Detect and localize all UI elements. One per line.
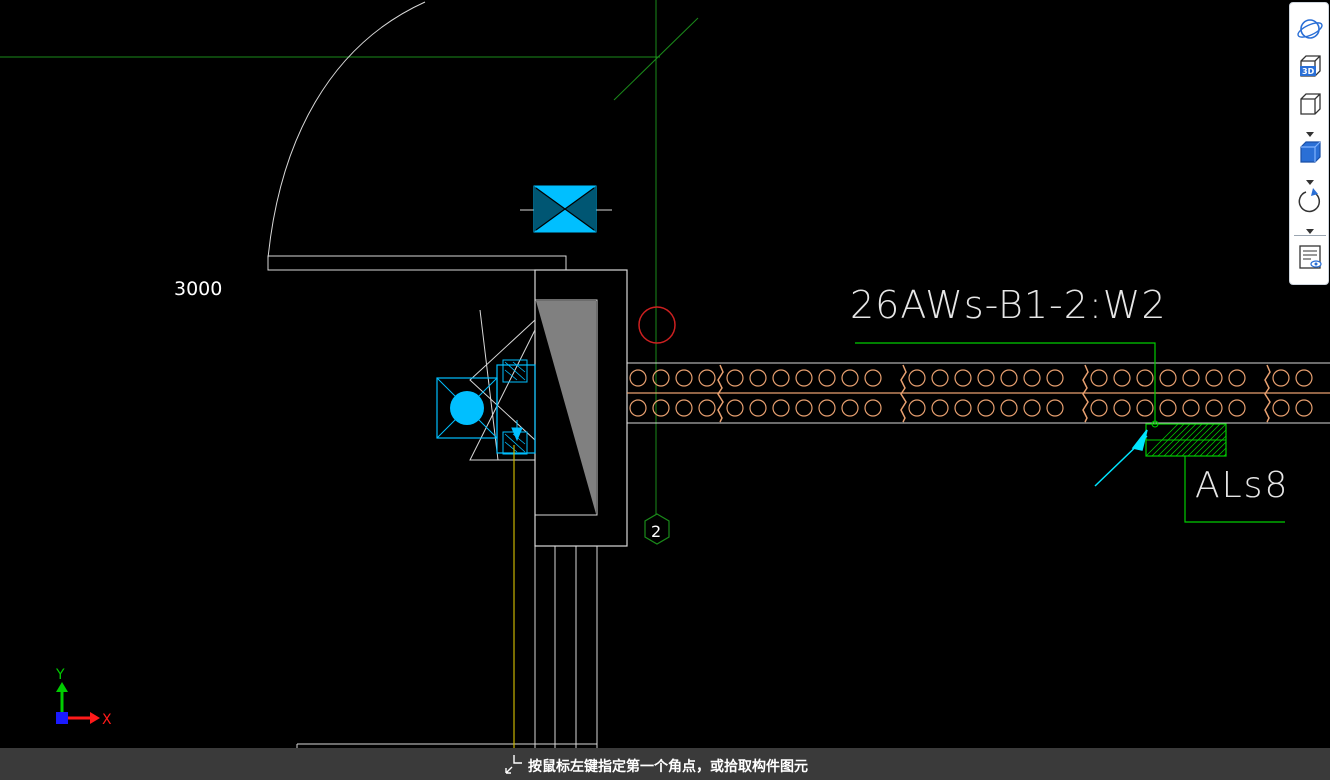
fan-unit-circle	[450, 391, 484, 425]
brick-hole	[1136, 369, 1154, 387]
brick-hole	[675, 369, 693, 387]
view-toolbar: 3D	[1289, 2, 1329, 285]
wall-tag-leader	[855, 342, 1156, 424]
properties-view-icon	[1299, 245, 1322, 269]
brick-hole	[1295, 399, 1313, 417]
brick-hole	[1090, 399, 1108, 417]
door-leaf	[267, 255, 567, 271]
brick-hole	[841, 369, 859, 387]
ucs-y-label: Y	[55, 667, 65, 683]
brick-hole	[818, 369, 836, 387]
box-view-button[interactable]	[1294, 89, 1326, 121]
cad-drawing[interactable]: 3000 2 26AWs-B1-2:W2 ALs8 Y X	[0, 0, 1330, 780]
selection-arrow	[1094, 429, 1148, 487]
brick-hole	[1182, 399, 1200, 417]
brick-hole	[629, 399, 647, 417]
ucs-x-label: X	[102, 712, 112, 728]
brick-hole	[652, 399, 670, 417]
brick-hole	[864, 369, 882, 387]
damper-arrow	[511, 420, 523, 442]
brick-hole	[726, 369, 744, 387]
brick-hole	[749, 369, 767, 387]
wall-tag-text: 26AWs-B1-2:W2	[850, 283, 1167, 327]
brick-hole	[931, 399, 949, 417]
svg-text:3D: 3D	[1302, 67, 1315, 76]
properties-button[interactable]	[1294, 241, 1326, 273]
toolbar-separator	[1294, 235, 1326, 236]
element-tag-text: ALs8	[1195, 465, 1289, 506]
brick-hole	[1113, 369, 1131, 387]
hatch-line	[1211, 441, 1227, 457]
brick-hole	[1205, 369, 1223, 387]
cube-3d-icon: 3D	[1300, 55, 1321, 77]
brick-hole	[675, 399, 693, 417]
brick-hole	[772, 399, 790, 417]
command-prompt-text: 按鼠标左键指定第一个角点，或拾取构件图元	[528, 759, 808, 775]
shaded-view-dropdown[interactable]	[1302, 172, 1318, 185]
brick-hole	[1272, 369, 1290, 387]
ucs-icon: Y X	[55, 667, 112, 728]
orbit-button[interactable]	[1294, 13, 1326, 45]
brick-hole	[749, 399, 767, 417]
brick-hole	[1046, 399, 1064, 417]
brick-hole	[652, 369, 670, 387]
brick-hole	[908, 369, 926, 387]
hatch-line	[1205, 435, 1227, 457]
brick-hole	[1046, 369, 1064, 387]
brick-hole	[1182, 369, 1200, 387]
command-status-bar: 按鼠标左键指定第一个角点，或拾取构件图元	[0, 748, 1330, 780]
brick-hole	[772, 369, 790, 387]
drawing-canvas[interactable]: 3000 2 26AWs-B1-2:W2 ALs8 Y X	[0, 0, 1330, 780]
brick-hole	[954, 399, 972, 417]
brick-hole	[795, 369, 813, 387]
pick-cursor-icon	[505, 755, 522, 774]
rotate-button[interactable]	[1294, 185, 1326, 217]
brick-hole	[977, 369, 995, 387]
door-swing-arc	[267, 1, 426, 259]
brick-hole	[1136, 399, 1154, 417]
brick-hole	[726, 399, 744, 417]
marker-circle	[638, 306, 676, 344]
shaded-view-button[interactable]	[1294, 137, 1326, 169]
brick-hole	[1000, 369, 1018, 387]
orbit-icon	[1297, 19, 1323, 39]
brick-hole	[1228, 369, 1246, 387]
brick-hole	[1023, 399, 1041, 417]
brick-wall-pattern	[627, 364, 1330, 423]
brick-hole	[795, 399, 813, 417]
brick-hole	[818, 399, 836, 417]
brick-hole	[864, 399, 882, 417]
brick-hole	[977, 399, 995, 417]
brick-hole	[1205, 399, 1223, 417]
brick-hole	[841, 399, 859, 417]
brick-hole	[908, 399, 926, 417]
brick-hole	[698, 399, 716, 417]
brick-hole	[1272, 399, 1290, 417]
brick-hole	[1295, 369, 1313, 387]
column-hatch	[536, 301, 596, 514]
view-3d-button[interactable]: 3D	[1294, 51, 1326, 83]
brick-hole	[1159, 369, 1177, 387]
brick-hole	[1228, 399, 1246, 417]
dimension-text: 3000	[174, 278, 222, 300]
brick-hole	[698, 369, 716, 387]
cube-outline-icon	[1300, 93, 1321, 115]
rotate-icon	[1298, 188, 1321, 213]
brick-hole	[1113, 399, 1131, 417]
brick-hole	[1023, 369, 1041, 387]
brick-hole	[1159, 399, 1177, 417]
brick-hole	[1000, 399, 1018, 417]
axis-number: 2	[651, 522, 661, 541]
brick-hole	[629, 369, 647, 387]
brick-hole	[931, 369, 949, 387]
rotate-dropdown[interactable]	[1302, 221, 1318, 234]
brick-hole	[954, 369, 972, 387]
cube-shaded-icon	[1300, 141, 1321, 163]
box-view-dropdown[interactable]	[1302, 124, 1318, 137]
brick-hole	[1090, 369, 1108, 387]
